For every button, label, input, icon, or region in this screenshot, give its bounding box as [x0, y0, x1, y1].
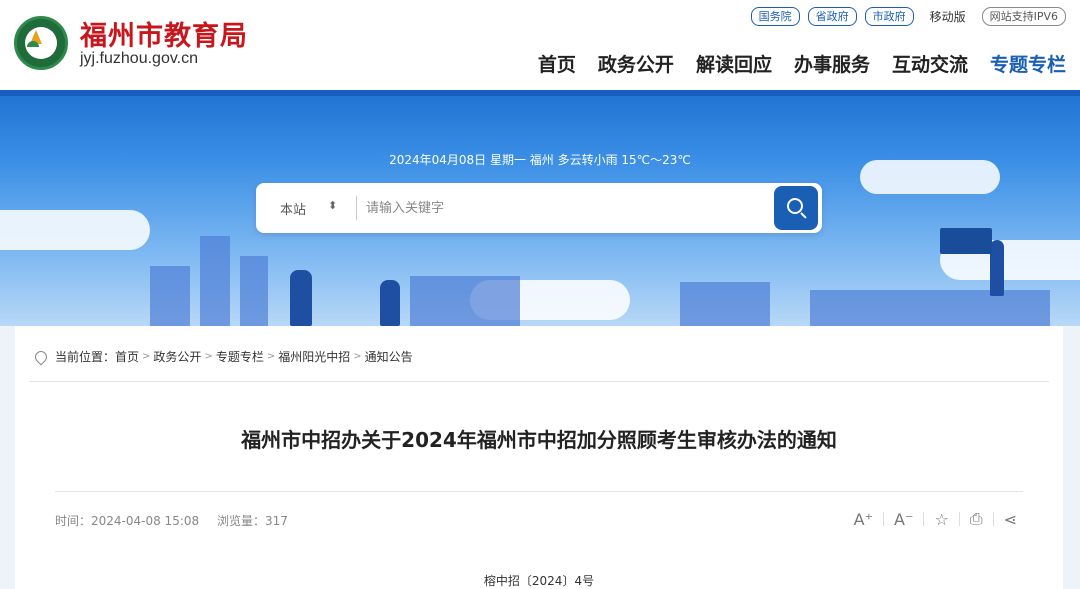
location-pin-icon — [32, 348, 50, 365]
link-city-gov[interactable]: 市政府 — [864, 7, 914, 26]
breadcrumb-home[interactable]: 首页 — [115, 348, 139, 365]
nav-government-affairs[interactable]: 政务公开 — [598, 50, 674, 77]
search-input[interactable] — [366, 195, 766, 221]
breadcrumb-sunshine-admission[interactable]: 福州阳光中招 — [278, 348, 350, 365]
document-number: 榕中招〔2024〕4号 — [483, 574, 595, 588]
breadcrumb-special-topics[interactable]: 专题专栏 — [216, 348, 264, 365]
building-decoration — [810, 290, 1050, 326]
hero-banner: 2024年04月08日 星期一 福州 多云转小雨 15℃～23℃ 本站 ⬍ — [0, 90, 1080, 326]
nav-interpretation[interactable]: 解读回应 — [696, 50, 772, 77]
nav-interaction[interactable]: 互动交流 — [892, 50, 968, 77]
font-increase-icon[interactable]: A⁺ — [844, 510, 883, 529]
building-decoration — [680, 282, 770, 326]
nav-home[interactable]: 首页 — [538, 50, 576, 77]
building-decoration — [200, 236, 230, 326]
printer-icon[interactable]: ⎙ — [960, 509, 993, 529]
search-scope-select[interactable]: 本站 — [280, 199, 306, 218]
view-count: 浏览量：317 — [216, 514, 288, 528]
breadcrumb-government-affairs[interactable]: 政务公开 — [153, 348, 201, 365]
building-decoration — [150, 266, 190, 326]
student-figure-decoration — [380, 280, 400, 326]
breadcrumb-notices[interactable]: 通知公告 — [365, 348, 413, 365]
building-decoration — [410, 276, 520, 326]
divider — [55, 491, 1023, 492]
site-name[interactable]: 福州市教育局 — [80, 14, 248, 53]
board-decoration — [940, 228, 992, 254]
education-bureau-logo-icon[interactable] — [14, 16, 68, 70]
divider — [29, 381, 1049, 382]
article-tools: A⁺ A⁻ ☆ ⎙ ⋖ — [844, 509, 1027, 529]
article-title: 福州市中招办关于2024年福州市中招加分照顾考生审核办法的通知 — [241, 428, 837, 452]
main-nav: 首页 政务公开 解读回应 办事服务 互动交流 专题专栏 — [538, 50, 1066, 77]
article-meta: 时间：2024-04-08 15:08 浏览量：317 — [55, 512, 302, 529]
nav-special-topics[interactable]: 专题专栏 — [990, 50, 1066, 77]
article-panel: 当前位置： 首页 > 政务公开 > 专题专栏 > 福州阳光中招 > 通知公告 福… — [15, 326, 1063, 589]
building-decoration — [240, 256, 268, 326]
breadcrumb-label: 当前位置： — [55, 350, 116, 364]
site-header: 福州市教育局 jyj.fuzhou.gov.cn 国务院 省政府 市政府 移动版… — [0, 0, 1080, 90]
link-state-council[interactable]: 国务院 — [750, 7, 800, 26]
search-button[interactable] — [774, 186, 818, 230]
weather-date-bar: 2024年04月08日 星期一 福州 多云转小雨 15℃～23℃ — [389, 153, 691, 167]
font-decrease-icon[interactable]: A⁻ — [884, 510, 923, 529]
cloud-decoration — [0, 210, 150, 250]
nav-services[interactable]: 办事服务 — [794, 50, 870, 77]
scope-sort-arrows-icon[interactable]: ⬍ — [328, 199, 337, 212]
mobile-version-link[interactable]: 移动版 — [930, 8, 966, 25]
top-links: 国务院 省政府 市政府 移动版 网站支持IPV6 — [750, 7, 1066, 26]
link-provincial-gov[interactable]: 省政府 — [807, 7, 857, 26]
publish-time: 时间：2024-04-08 15:08 — [55, 514, 200, 528]
star-icon[interactable]: ☆ — [924, 510, 958, 529]
share-icon[interactable]: ⋖ — [994, 510, 1027, 529]
student-figure-decoration — [990, 240, 1004, 296]
student-figure-decoration — [290, 270, 312, 326]
site-domain: jyj.fuzhou.gov.cn — [80, 50, 198, 67]
ipv6-badge: 网站支持IPV6 — [981, 7, 1066, 26]
search-box: 本站 ⬍ — [256, 183, 822, 233]
breadcrumb: 当前位置： 首页 > 政务公开 > 专题专栏 > 福州阳光中招 > 通知公告 — [32, 348, 413, 365]
